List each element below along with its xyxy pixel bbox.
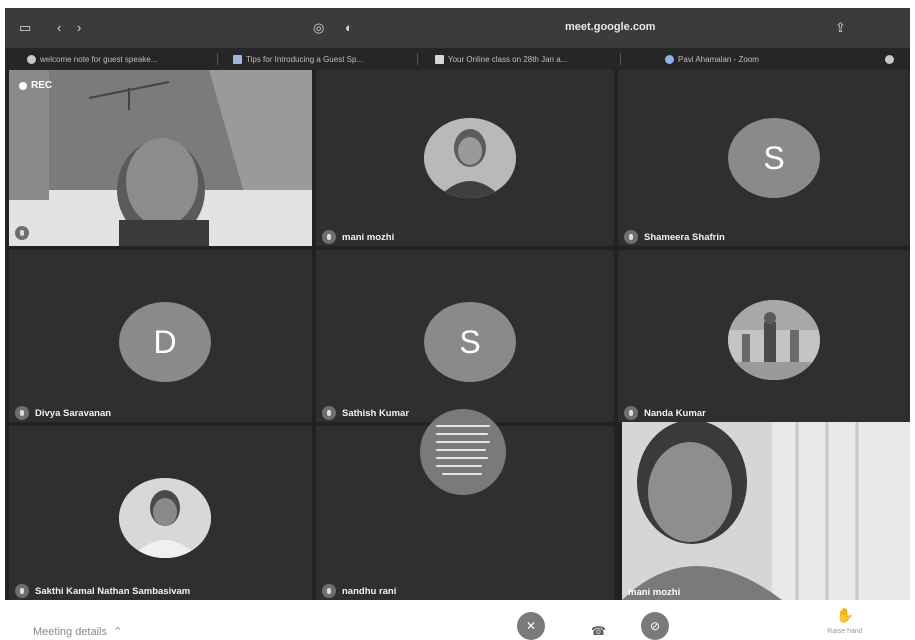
mic-icon	[322, 230, 336, 244]
recording-label: REC	[31, 80, 53, 91]
zoom-icon	[665, 54, 674, 64]
shield-icon[interactable]: ◎	[313, 21, 324, 35]
mic-icon	[322, 406, 336, 420]
sidebar-icon[interactable]: ▭	[19, 21, 31, 35]
avatar-text-line	[436, 457, 488, 459]
participant-name: Shameera Shafrin	[644, 231, 725, 243]
avatar	[728, 300, 820, 380]
participant-tile-nanda-kumar[interactable]: Nanda Kumar	[618, 250, 910, 422]
tab-divider	[217, 53, 218, 65]
participant-name: mani mozhi	[342, 231, 395, 243]
participant-tile-shameera-shafrin[interactable]: S Shameera Shafrin	[618, 70, 910, 246]
avatar	[119, 478, 211, 558]
raise-hand-label: Raise hand	[827, 628, 863, 635]
avatar: S	[424, 302, 516, 382]
avatar-text-line	[436, 425, 490, 427]
tab-label: Your Online class on 28th Jan a...	[448, 54, 568, 64]
tab-welcome-note[interactable]: welcome note for guest speake...	[27, 52, 207, 66]
participant-name: Nanda Kumar	[644, 407, 706, 419]
meeting-details-label: Meeting details	[33, 626, 107, 638]
participant-tile-sathish-kumar[interactable]: S Sathish Kumar	[316, 250, 614, 422]
record-dot-icon	[19, 81, 27, 90]
tab-label: welcome note for guest speake...	[40, 54, 158, 64]
hand-icon: ✋	[836, 607, 854, 623]
participant-label	[15, 226, 29, 240]
tab-online-class[interactable]: Your Online class on 28th Jan a...	[435, 52, 610, 66]
forward-icon[interactable]: ›	[77, 21, 81, 35]
participant-video	[9, 70, 312, 246]
gmail-icon	[435, 54, 444, 64]
participant-label: mani mozhi	[322, 230, 394, 244]
participant-tile-sakthi-kamal[interactable]: Sakthi Kamal Nathan Sambasivam	[9, 426, 312, 600]
tab-label: Tips for Introducing a Guest Sp...	[246, 54, 364, 64]
tab-divider	[620, 53, 621, 65]
circle-icon	[885, 54, 894, 64]
avatar-text-line	[436, 449, 486, 451]
tab-label: Pavi Ahamalan - Zoom	[678, 54, 759, 64]
mic-icon	[624, 406, 638, 420]
meeting-grid: REC mani mozhi S Shameera Shafrin D Divy…	[5, 70, 910, 600]
mic-icon	[15, 226, 29, 240]
tab-zoom[interactable]: Pavi Ahamalan - Zoom	[665, 52, 840, 66]
document-icon	[233, 54, 242, 64]
participant-tile-divya-saravanan[interactable]: D Divya Saravanan	[9, 250, 312, 422]
mic-icon	[624, 230, 638, 244]
avatar-text-line	[436, 433, 488, 435]
back-icon[interactable]: ‹	[57, 21, 61, 35]
participant-name: mani mozhi	[628, 587, 681, 598]
participant-name: Divya Saravanan	[35, 407, 112, 419]
mic-icon	[15, 584, 29, 598]
participant-video	[622, 422, 910, 600]
meeting-details-button[interactable]: Meeting details ⌃	[33, 625, 122, 638]
participant-label: Divya Saravanan	[15, 406, 111, 420]
participant-tile-mani-mozhi-video[interactable]: mani mozhi	[622, 422, 910, 600]
camera-off-button[interactable]: ⊘	[641, 612, 669, 640]
participant-label: Nanda Kumar	[624, 406, 706, 420]
tab-divider	[417, 53, 418, 65]
participant-label: nandhu rani	[322, 584, 396, 598]
contrast-icon[interactable]: ◐	[345, 21, 353, 35]
participant-name: Sakthi Kamal Nathan Sambasivam	[35, 585, 191, 597]
camera-off-icon: ⊘	[649, 619, 661, 633]
participant-label: Shameera Shafrin	[624, 230, 725, 244]
phone-icon: ☎	[591, 624, 606, 638]
meeting-controls-bar: Meeting details ⌃ ✕ ☎ ⊘ ✋ Raise hand	[0, 600, 915, 640]
participant-tile-presenter[interactable]: REC	[9, 70, 312, 246]
avatar	[424, 118, 516, 198]
tab-bar: welcome note for guest speake... Tips fo…	[5, 48, 910, 70]
mic-off-button[interactable]: ✕	[517, 612, 545, 640]
participant-name: nandhu rani	[342, 585, 397, 597]
circle-icon	[27, 54, 36, 64]
participant-label: mani mozhi	[628, 587, 680, 598]
mic-off-icon: ✕	[525, 619, 537, 633]
participant-tile-mani-mozhi[interactable]: mani mozhi	[316, 70, 614, 246]
raise-hand-button[interactable]: ✋ Raise hand	[820, 608, 870, 635]
mic-icon	[15, 406, 29, 420]
avatar-nandhu-rani	[420, 409, 506, 495]
share-icon[interactable]: ⇪	[835, 21, 846, 35]
avatar: D	[119, 302, 211, 382]
avatar-text-line	[436, 441, 490, 443]
avatar-text-line	[436, 465, 482, 467]
screen: ▭ ‹ › ◎ ◐ meet.google.com ⇪ welcome note…	[5, 8, 910, 600]
avatar-text-line	[442, 473, 482, 475]
participant-name: Sathish Kumar	[342, 407, 410, 419]
mic-icon	[322, 584, 336, 598]
tab-overflow[interactable]	[885, 52, 905, 66]
browser-toolbar: ▭ ‹ › ◎ ◐ meet.google.com ⇪	[5, 8, 910, 48]
participant-label: Sathish Kumar	[322, 406, 409, 420]
participant-label: Sakthi Kamal Nathan Sambasivam	[15, 584, 190, 598]
chevron-up-icon: ⌃	[110, 626, 123, 638]
avatar: S	[728, 118, 820, 198]
hang-up-button[interactable]: ☎	[591, 624, 606, 638]
recording-indicator: REC	[19, 80, 52, 91]
tab-tips-introducing[interactable]: Tips for Introducing a Guest Sp...	[233, 52, 408, 66]
address-bar[interactable]: meet.google.com	[565, 21, 655, 33]
